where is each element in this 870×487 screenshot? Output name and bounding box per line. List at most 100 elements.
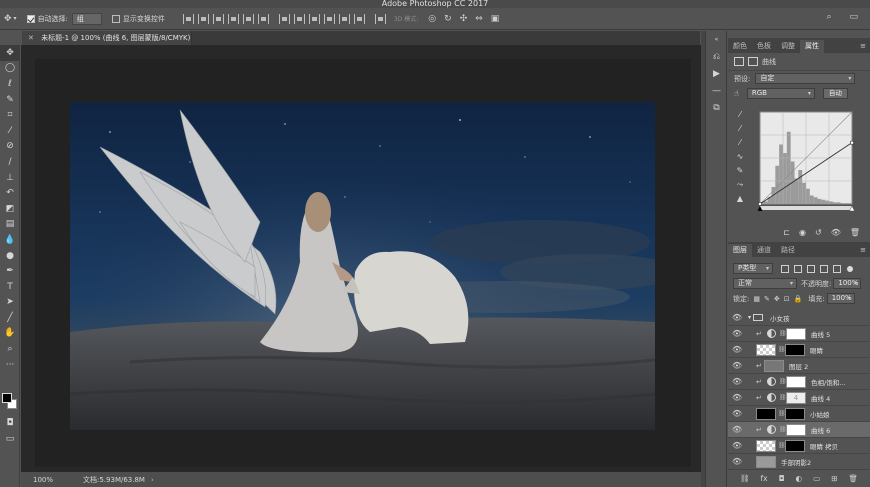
eye-icon[interactable]: 👁 (728, 393, 746, 402)
3d-scale-icon[interactable]: ▣ (491, 14, 500, 24)
lock-artboard-icon[interactable]: ⊡ (784, 295, 790, 303)
fill-input[interactable]: 100% (826, 293, 855, 304)
new-layer-icon[interactable]: ⊞ (831, 474, 837, 483)
layer-row[interactable]: 👁 手部阴影2 (728, 454, 870, 470)
3d-slide-icon[interactable]: ⇔ (475, 14, 483, 24)
visibility-icon[interactable]: 👁 (831, 228, 841, 237)
auto-align-icon[interactable] (374, 13, 386, 24)
tab-color[interactable]: 颜色 (728, 40, 752, 53)
lasso-tool-icon[interactable]: ℓ (0, 76, 20, 92)
layer-comps-icon[interactable]: ⧉ (706, 99, 727, 116)
channel-dropdown[interactable]: RGB (746, 88, 815, 99)
pen-tool-icon[interactable]: ✒ (0, 263, 20, 279)
chevron-down-icon[interactable]: ▾ (748, 314, 751, 321)
filter-type-icon[interactable] (807, 264, 815, 273)
move-tool-icon[interactable]: ✥ (4, 14, 12, 24)
distribute-bottom-icon[interactable] (308, 13, 320, 24)
layer-row[interactable]: 👁 ↵ ⛓ 4 曲线 4 (728, 390, 870, 406)
layers-menu-icon[interactable]: ≡ (860, 244, 866, 257)
filter-adjustment-icon[interactable] (794, 264, 802, 273)
distribute-left-icon[interactable] (323, 13, 335, 24)
layer-row[interactable]: 👁 ↵ ⛓ 曲线 5 (728, 326, 870, 342)
layer-mask-thumbnail[interactable] (785, 407, 805, 420)
layer-mask-thumbnail[interactable]: 4 (786, 391, 806, 404)
gray-point-eyedropper-icon[interactable]: ⁄ (732, 124, 748, 138)
link-icon[interactable]: ⛓ (779, 378, 787, 385)
layer-row-selected[interactable]: 👁 ↵ ⛓ 曲线 6 (728, 422, 870, 438)
clip-to-layer-icon[interactable]: ⊏ (783, 228, 790, 237)
add-mask-icon[interactable]: ◘ (779, 474, 785, 483)
align-right-icon[interactable] (257, 13, 269, 24)
type-tool-icon[interactable]: T (0, 279, 20, 295)
lock-all-icon[interactable]: 🔒 (794, 295, 803, 303)
align-left-icon[interactable] (227, 13, 239, 24)
foreground-color-swatch[interactable] (2, 393, 12, 403)
eye-icon[interactable]: 👁 (728, 329, 746, 338)
opacity-input[interactable]: 100% (833, 278, 862, 289)
new-group-icon[interactable]: ▭ (813, 474, 820, 483)
auto-button[interactable]: 自动 (822, 88, 848, 99)
line-tool-icon[interactable]: ╱ (0, 310, 20, 326)
more-tools-icon[interactable]: ··· (0, 357, 20, 373)
auto-select-dropdown[interactable]: 组 (71, 12, 102, 25)
layer-group[interactable]: 👁 ▾ 小女孩 (728, 310, 870, 326)
path-select-tool-icon[interactable]: ➤ (0, 295, 20, 311)
eye-icon[interactable]: 👁 (728, 377, 746, 386)
3d-roll-icon[interactable]: ↻ (444, 14, 452, 24)
link-icon[interactable]: ⛓ (779, 426, 787, 433)
document-tab[interactable]: ✕ 未标题-1 @ 100% (曲线 6, 图层蒙版/8/CMYK) * (22, 31, 192, 56)
white-point-eyedropper-icon[interactable]: ⁄ (732, 138, 748, 152)
smooth-icon[interactable]: ⤳ (732, 180, 748, 194)
layer-row[interactable]: 👁 ⛓ 眼睛 拷贝 (728, 438, 870, 454)
align-hcenter-icon[interactable] (242, 13, 254, 24)
document-canvas[interactable] (70, 102, 655, 430)
distribute-vcenter-icon[interactable] (293, 13, 305, 24)
healing-brush-tool-icon[interactable]: ⊘ (0, 139, 20, 155)
3d-rotate-icon[interactable]: ◎ (428, 14, 436, 24)
adjustment-layer-icon[interactable]: ◐ (796, 474, 803, 483)
workspace-icon[interactable]: ▭ (849, 12, 858, 22)
history-brush-tool-icon[interactable]: ↶ (0, 185, 20, 201)
eye-icon[interactable]: 👁 (728, 313, 746, 322)
show-transform-checkbox[interactable] (111, 14, 120, 23)
align-bottom-icon[interactable] (212, 13, 224, 24)
marquee-tool-icon[interactable]: ◯ (0, 61, 20, 77)
layer-thumbnail[interactable] (756, 455, 776, 468)
quick-select-tool-icon[interactable]: ✎ (0, 92, 20, 108)
hand-tool-icon[interactable]: ✋ (0, 326, 20, 342)
lock-transparent-icon[interactable]: ▦ (753, 295, 760, 303)
panel-menu-icon[interactable]: ≡ (860, 40, 866, 53)
color-swatches[interactable] (2, 393, 18, 411)
blur-tool-icon[interactable]: 💧 (0, 232, 20, 248)
screen-mode-icon[interactable]: ▭ (0, 431, 20, 447)
eyedropper-tool-icon[interactable]: ⁄ (0, 123, 20, 139)
eye-icon[interactable]: 👁 (728, 409, 746, 418)
history-panel-icon[interactable]: ⎌ (706, 48, 727, 65)
tab-swatches[interactable]: 色板 (752, 40, 776, 53)
distribute-hcenter-icon[interactable] (338, 13, 350, 24)
clone-stamp-tool-icon[interactable]: ⊥ (0, 170, 20, 186)
layer-thumbnail[interactable] (756, 407, 776, 420)
dodge-tool-icon[interactable]: ● (0, 248, 20, 264)
eye-icon[interactable]: 👁 (728, 441, 746, 450)
tab-paths[interactable]: 路径 (776, 244, 800, 257)
search-icon[interactable]: ⌕ (826, 12, 831, 22)
auto-select-checkbox[interactable] (26, 14, 35, 23)
filter-toggle[interactable] (847, 265, 853, 272)
distribute-top-icon[interactable] (278, 13, 290, 24)
blend-mode-dropdown[interactable]: 正常 (733, 278, 797, 289)
layer-mask-thumbnail[interactable] (785, 343, 805, 356)
brush-tool-icon[interactable]: ∕ (0, 154, 20, 170)
layer-thumbnail[interactable] (764, 359, 784, 372)
eye-icon[interactable]: 👁 (728, 361, 746, 370)
tab-channels[interactable]: 通道 (752, 244, 776, 257)
collapse-panels-icon[interactable]: « (706, 31, 727, 48)
filter-pixel-icon[interactable] (781, 264, 789, 273)
lock-pixels-icon[interactable]: ✎ (764, 295, 770, 303)
link-icon[interactable]: ⛓ (779, 394, 787, 401)
actions-play-icon[interactable]: ▶ (706, 65, 727, 82)
crop-tool-icon[interactable]: ⌗ (0, 107, 20, 123)
trash-icon[interactable]: 🗑 (850, 228, 860, 237)
close-icon[interactable]: ✕ (28, 34, 34, 42)
trash-icon[interactable]: 🗑 (848, 474, 858, 483)
